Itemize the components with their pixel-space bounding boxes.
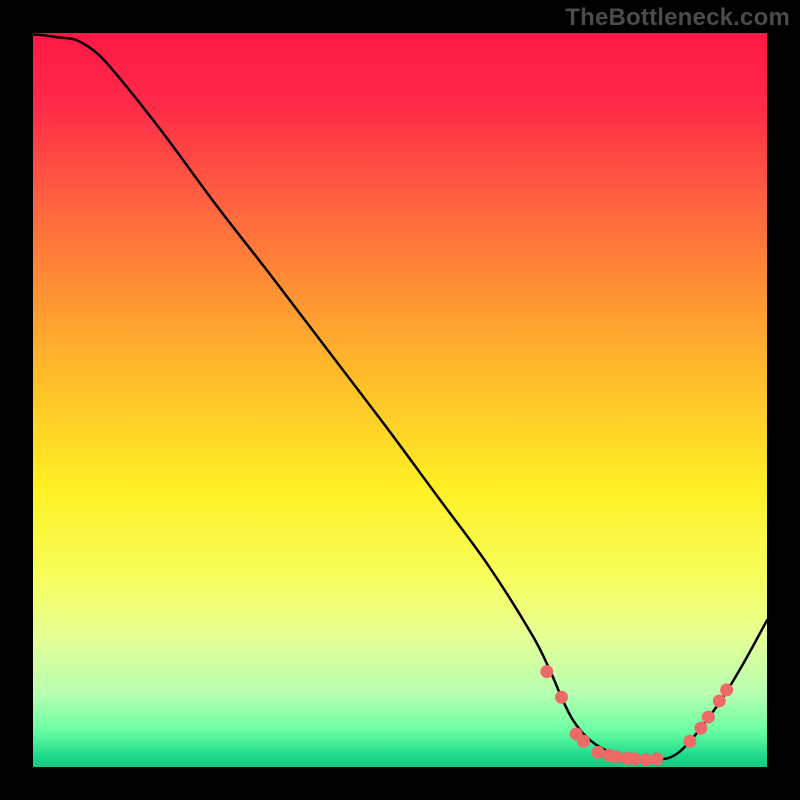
highlight-dot <box>713 694 726 707</box>
highlight-dot <box>610 750 623 763</box>
bottleneck-chart <box>0 0 800 800</box>
highlight-dot <box>683 735 696 748</box>
highlight-dot <box>555 691 568 704</box>
highlight-dot <box>592 746 605 759</box>
chart-frame: TheBottleneck.com <box>0 0 800 800</box>
highlight-dot <box>540 665 553 678</box>
plot-background <box>33 33 767 767</box>
highlight-dot <box>650 752 663 765</box>
highlight-dot <box>702 711 715 724</box>
highlight-dot <box>639 753 652 766</box>
highlight-dot <box>628 752 641 765</box>
highlight-dot <box>694 722 707 735</box>
highlight-dot <box>577 735 590 748</box>
highlight-dot <box>720 683 733 696</box>
